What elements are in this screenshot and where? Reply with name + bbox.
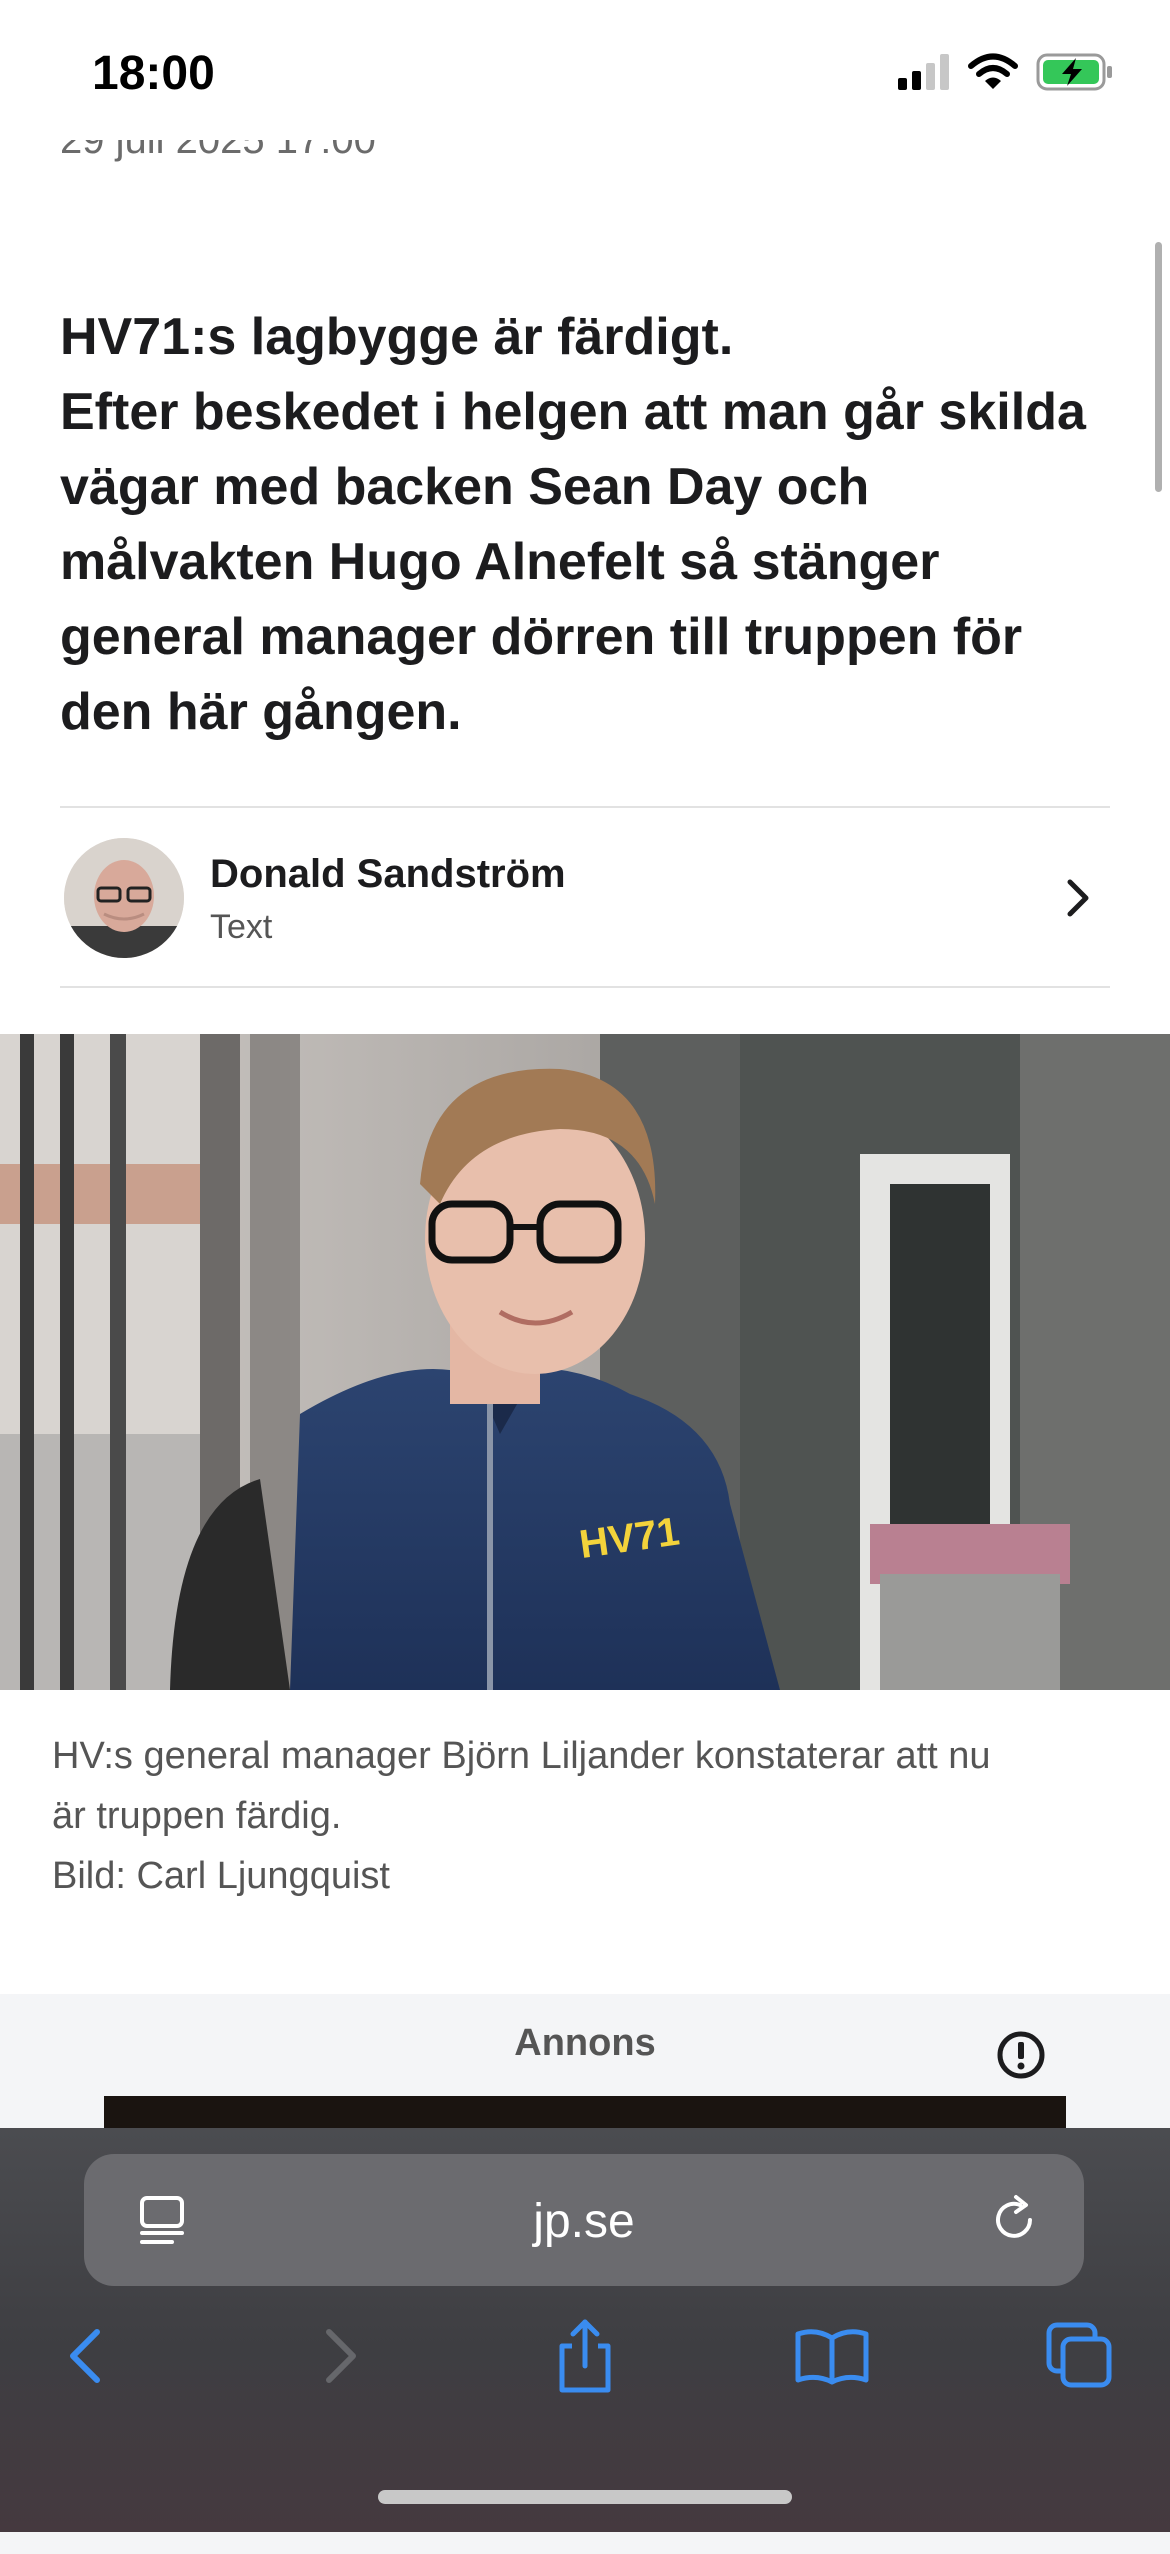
author-role: Text bbox=[210, 908, 273, 946]
forward-button[interactable] bbox=[300, 2318, 380, 2398]
share-icon bbox=[552, 2316, 618, 2401]
lead-line: Efter beskedet i helgen att man går skil… bbox=[60, 383, 1086, 441]
scroll-indicator[interactable] bbox=[1155, 242, 1162, 492]
bookmarks-button[interactable] bbox=[792, 2318, 872, 2398]
lead-line: den här gången. bbox=[60, 683, 462, 741]
lead-line: målvakten Hugo Alnefelt så stänger bbox=[60, 533, 940, 591]
back-icon bbox=[61, 2324, 111, 2393]
tabs-button[interactable] bbox=[1040, 2318, 1120, 2398]
cellular-signal-icon bbox=[898, 54, 950, 95]
author-byline[interactable]: Donald Sandström Text bbox=[60, 806, 1110, 988]
author-name: Donald Sandström bbox=[210, 852, 566, 896]
lead-line: HV71:s lagbygge är färdigt. bbox=[60, 308, 734, 366]
ad-label: Annons bbox=[514, 2022, 656, 2064]
caption-line: är truppen färdig. bbox=[52, 1795, 342, 1837]
hero-image[interactable]: HV71 bbox=[0, 1034, 1170, 1690]
home-indicator[interactable] bbox=[378, 2490, 792, 2504]
bookmarks-icon bbox=[794, 2324, 870, 2393]
browser-toolbar: jp.se bbox=[0, 2128, 1170, 2532]
forward-icon bbox=[315, 2324, 365, 2393]
tabs-icon bbox=[1045, 2321, 1115, 2396]
share-button[interactable] bbox=[545, 2318, 625, 2398]
address-bar[interactable]: jp.se bbox=[84, 2154, 1084, 2286]
reload-icon[interactable] bbox=[984, 2190, 1044, 2250]
lead-line: general manager dörren till truppen för bbox=[60, 608, 1023, 666]
article-lead: HV71:s lagbygge är färdigt. Efter besked… bbox=[60, 300, 1110, 750]
url-text[interactable]: jp.se bbox=[84, 2194, 1084, 2249]
author-avatar bbox=[64, 838, 184, 958]
lead-line: vägar med backen Sean Day och bbox=[60, 458, 870, 516]
photo-credit: Bild: Carl Ljungquist bbox=[52, 1855, 390, 1897]
ad-info-icon[interactable] bbox=[996, 2030, 1046, 2080]
wifi-icon bbox=[968, 53, 1018, 96]
image-caption: HV:s general manager Björn Liljander kon… bbox=[52, 1726, 1122, 1906]
battery-charging-icon bbox=[1036, 52, 1114, 97]
status-bar: 18:00 bbox=[0, 0, 1170, 140]
caption-line: HV:s general manager Björn Liljander kon… bbox=[52, 1735, 991, 1777]
status-time: 18:00 bbox=[92, 47, 215, 100]
status-icons bbox=[898, 52, 1114, 97]
back-button[interactable] bbox=[46, 2318, 126, 2398]
chevron-right-icon bbox=[1058, 868, 1098, 928]
